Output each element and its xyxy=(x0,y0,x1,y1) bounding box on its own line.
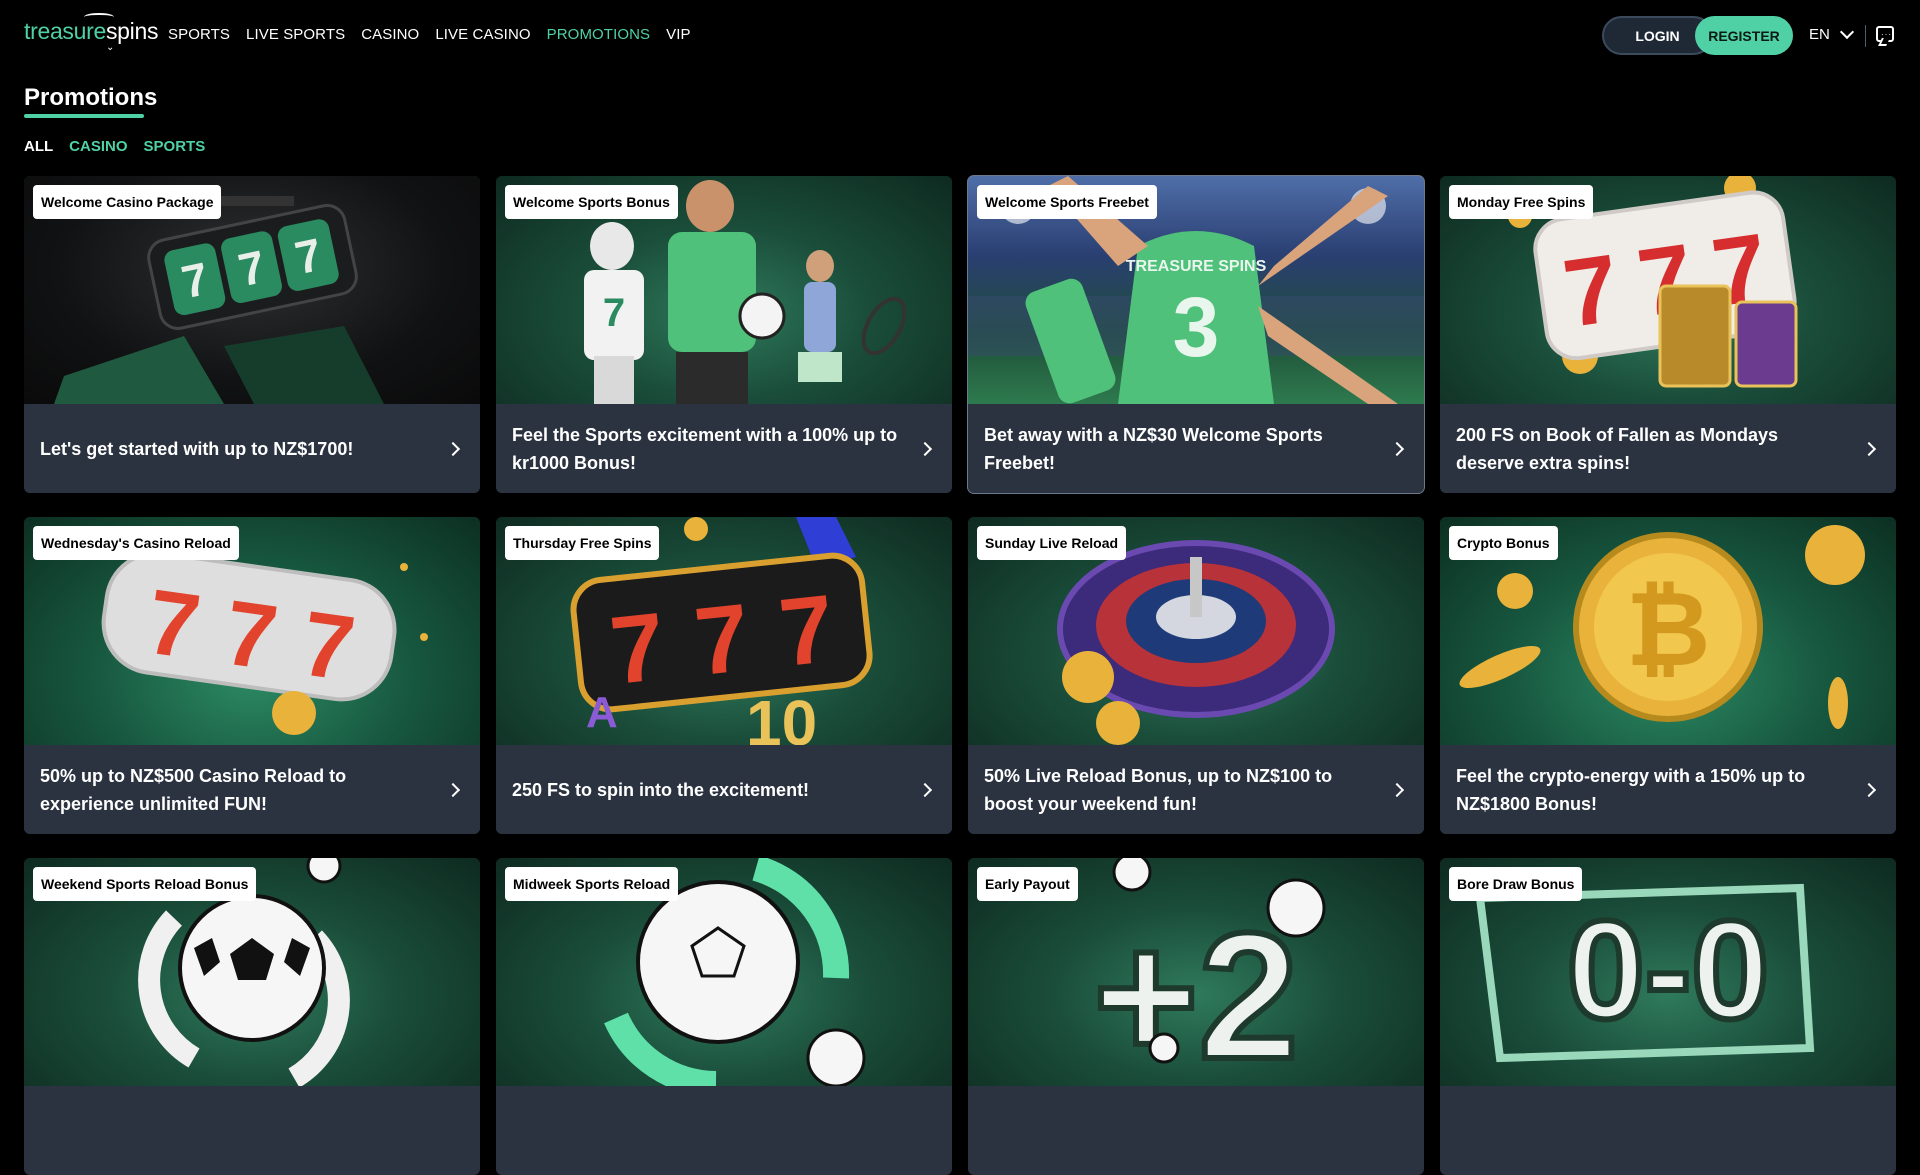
chevron-right-icon xyxy=(1861,441,1877,457)
filter-all[interactable]: ALL xyxy=(24,138,53,155)
promo-badge: Wednesday's Casino Reload xyxy=(33,526,239,560)
promo-footer: 250 FS to spin into the excitement! xyxy=(496,745,952,834)
promo-description: Let's get started with up to NZ$1700! xyxy=(40,438,354,459)
bore-draw-graphic: 0-0 xyxy=(1567,891,1769,1048)
promo-badge: Midweek Sports Reload xyxy=(505,867,679,901)
filter-casino[interactable]: CASINO xyxy=(69,138,127,155)
promo-footer: Bet away with a NZ$30 Welcome Sports Fre… xyxy=(968,404,1424,493)
chevron-right-icon xyxy=(1389,441,1405,457)
promo-image-football-player: TREASURE SPINS 3 Welcome Sports Freebet xyxy=(968,176,1424,404)
early-payout-graphic: +2 xyxy=(1093,896,1298,1086)
promo-image-bitcoin: ₿ Crypto Bonus xyxy=(1440,517,1896,745)
promo-image-slot-pharaoh: 7 7 7 Monday Free Spins xyxy=(1440,176,1896,404)
top-header: treasurespins ⌄ SPORTS LIVE SPORTS CASIN… xyxy=(0,0,1920,70)
promo-footer: Let's get started with up to NZ$1700! xyxy=(24,404,480,493)
promo-card[interactable]: TREASURE SPINS 3 Welcome Sports Freebet … xyxy=(967,175,1425,494)
promo-card[interactable]: 7 7 7 Monday Free Spins 200 FS on Book o… xyxy=(1440,176,1896,493)
promo-badge: Crypto Bonus xyxy=(1449,526,1558,560)
svg-text:7: 7 xyxy=(690,584,754,696)
language-label: EN xyxy=(1809,26,1830,43)
promo-badge: Thursday Free Spins xyxy=(505,526,660,560)
promo-footer: 200 FS on Book of Fallen as Mondays dese… xyxy=(1440,404,1896,493)
logo-chevron-icon: ⌄ xyxy=(106,42,115,53)
promo-badge: Early Payout xyxy=(977,867,1078,901)
promo-card[interactable]: +2 Early Payout xyxy=(968,858,1424,1175)
promo-footer: Feel the Sports excitement with a 100% u… xyxy=(496,404,952,493)
nav-promotions[interactable]: PROMOTIONS xyxy=(547,26,651,43)
promo-badge: Welcome Sports Bonus xyxy=(505,185,678,219)
title-underline xyxy=(24,114,144,118)
svg-text:A: A xyxy=(586,688,618,737)
promo-image-slot: 7 7 7 Welcome Casino Package xyxy=(24,176,480,404)
promo-badge: Welcome Casino Package xyxy=(33,185,222,219)
chevron-right-icon xyxy=(445,782,461,798)
promo-card[interactable]: 0-0 Bore Draw Bonus xyxy=(1440,858,1896,1175)
nav-vip[interactable]: VIP xyxy=(666,26,690,43)
promo-card[interactable]: Midweek Sports Reload xyxy=(496,858,952,1175)
chevron-right-icon xyxy=(917,782,933,798)
svg-text:7: 7 xyxy=(775,575,839,687)
promo-image-football-reload: Weekend Sports Reload Bonus xyxy=(24,858,480,1086)
chevron-right-icon xyxy=(917,441,933,457)
promo-image-slot-gold: 7 7 7 A 10 Thursday Free Spins xyxy=(496,517,952,745)
nav-sports[interactable]: SPORTS xyxy=(168,26,230,43)
header-divider xyxy=(1865,25,1866,47)
chevron-right-icon xyxy=(1389,782,1405,798)
filter-sports[interactable]: SPORTS xyxy=(144,138,206,155)
promo-description: 50% up to NZ$500 Casino Reload to experi… xyxy=(40,765,347,814)
promo-card[interactable]: 7 7 7 A 10 Thursday Free Spins 250 FS to… xyxy=(496,517,952,834)
promo-card[interactable]: Sunday Live Reload 50% Live Reload Bonus… xyxy=(968,517,1424,834)
page-title: Promotions xyxy=(24,84,158,111)
svg-text:10: 10 xyxy=(746,687,817,745)
promo-description: Bet away with a NZ$30 Welcome Sports Fre… xyxy=(984,424,1323,473)
promo-badge: Bore Draw Bonus xyxy=(1449,867,1583,901)
promo-card[interactable]: 7 Welcome Sports Bonus Feel the Sports e… xyxy=(496,176,952,493)
promo-card[interactable]: ₿ Crypto Bonus Feel the crypto-energy wi… xyxy=(1440,517,1896,834)
promo-description: Feel the crypto-energy with a 150% up to… xyxy=(1456,765,1806,814)
logo-part-treasure: treasure xyxy=(24,18,106,44)
treasurespins-logo[interactable]: treasurespins ⌄ xyxy=(24,13,159,53)
promo-description: Feel the Sports excitement with a 100% u… xyxy=(512,424,898,473)
promo-footer: 50% up to NZ$500 Casino Reload to experi… xyxy=(24,745,480,834)
promo-badge: Welcome Sports Freebet xyxy=(977,185,1157,219)
promo-image-zero-zero: 0-0 Bore Draw Bonus xyxy=(1440,858,1896,1086)
promo-badge: Sunday Live Reload xyxy=(977,526,1127,560)
promo-image-football-arrows: Midweek Sports Reload xyxy=(496,858,952,1086)
jersey-number: 3 xyxy=(1173,280,1220,374)
promo-description: 50% Live Reload Bonus, up to NZ$100 to b… xyxy=(984,765,1333,814)
promo-image-plus-two: +2 Early Payout xyxy=(968,858,1424,1086)
main-nav: SPORTS LIVE SPORTS CASINO LIVE CASINO PR… xyxy=(168,26,691,43)
nav-casino[interactable]: CASINO xyxy=(361,26,419,43)
svg-text:₿: ₿ xyxy=(1626,572,1711,688)
promo-image-athletes: 7 Welcome Sports Bonus xyxy=(496,176,952,404)
promo-image-slot-silver: 7 7 7 Wednesday's Casino Reload xyxy=(24,517,480,745)
promotion-filters: ALL CASINO SPORTS xyxy=(24,138,205,155)
promo-description: 250 FS to spin into the excitement! xyxy=(512,779,810,800)
register-button[interactable]: REGISTER xyxy=(1695,16,1793,55)
promo-badge: Weekend Sports Reload Bonus xyxy=(33,867,257,901)
logo-arc-icon xyxy=(84,13,114,21)
nav-live-casino[interactable]: LIVE CASINO xyxy=(435,26,530,43)
promo-badge: Monday Free Spins xyxy=(1449,185,1594,219)
chevron-down-icon xyxy=(1839,24,1854,39)
promo-footer: 50% Live Reload Bonus, up to NZ$100 to b… xyxy=(968,745,1424,834)
chevron-right-icon xyxy=(445,441,461,457)
svg-text:7: 7 xyxy=(603,291,625,335)
jersey-text: TREASURE SPINS xyxy=(1126,258,1267,275)
chat-icon[interactable]: ··· xyxy=(1876,26,1894,42)
promo-card[interactable]: 7 7 7 Welcome Casino Package Let's get s… xyxy=(24,176,480,493)
promo-image-roulette: Sunday Live Reload xyxy=(968,517,1424,745)
nav-live-sports[interactable]: LIVE SPORTS xyxy=(246,26,345,43)
logo-part-spins: spins xyxy=(105,18,159,44)
promo-card[interactable]: Weekend Sports Reload Bonus xyxy=(24,858,480,1175)
promo-card[interactable]: 7 7 7 Wednesday's Casino Reload 50% up t… xyxy=(24,517,480,834)
language-selector[interactable]: EN xyxy=(1809,24,1854,43)
promo-footer: Feel the crypto-energy with a 150% up to… xyxy=(1440,745,1896,834)
promo-description: 200 FS on Book of Fallen as Mondays dese… xyxy=(1456,424,1779,473)
chevron-right-icon xyxy=(1861,782,1877,798)
